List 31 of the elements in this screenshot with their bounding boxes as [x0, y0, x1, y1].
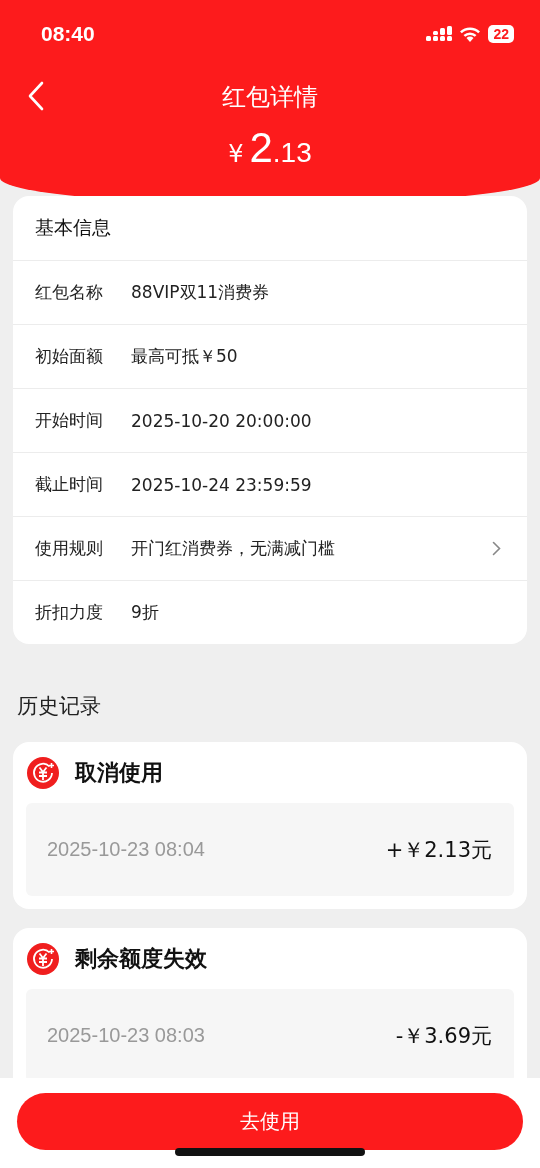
- back-icon: [28, 81, 44, 111]
- field-value: 开门红消费券，无满减门槛: [131, 537, 336, 560]
- battery-level: 22: [488, 25, 514, 43]
- wifi-icon: [459, 26, 482, 42]
- history-time: 2025-10-23 08:04: [47, 838, 205, 861]
- signal-icon: [426, 26, 453, 42]
- page-title: 红包详情: [222, 82, 318, 113]
- field-label: 折扣力度: [35, 601, 104, 624]
- field-value: 88VIP双11消费券: [131, 281, 271, 304]
- status-time: 08:40: [41, 22, 95, 46]
- back-button[interactable]: [28, 81, 44, 111]
- field-label: 初始面额: [35, 345, 104, 368]
- coupon-icon: [27, 756, 59, 789]
- field-value: 2025-10-24 23:59:59: [131, 474, 313, 495]
- field-label: 红包名称: [35, 281, 104, 304]
- field-label: 截止时间: [35, 473, 104, 496]
- history-time: 2025-10-23 08:03: [47, 1024, 205, 1047]
- field-label: 使用规则: [35, 537, 104, 560]
- history-title: 剩余额度失效: [75, 944, 207, 973]
- history-title: 取消使用: [75, 758, 163, 787]
- use-button[interactable]: 去使用: [17, 1093, 523, 1150]
- section-title: 历史记录: [16, 693, 102, 720]
- field-label: 开始时间: [35, 409, 104, 432]
- coupon-icon: [27, 942, 59, 975]
- history-amount: -￥3.69元: [395, 1022, 492, 1050]
- field-value: 2025-10-20 20:00:00: [131, 410, 313, 431]
- coupon-amount: ¥2.13: [227, 123, 313, 173]
- field-value: 最高可抵￥50: [131, 345, 239, 368]
- field-value: 9折: [131, 601, 160, 624]
- history-amount: +￥2.13元: [385, 836, 492, 864]
- section-title: 基本信息: [35, 215, 111, 240]
